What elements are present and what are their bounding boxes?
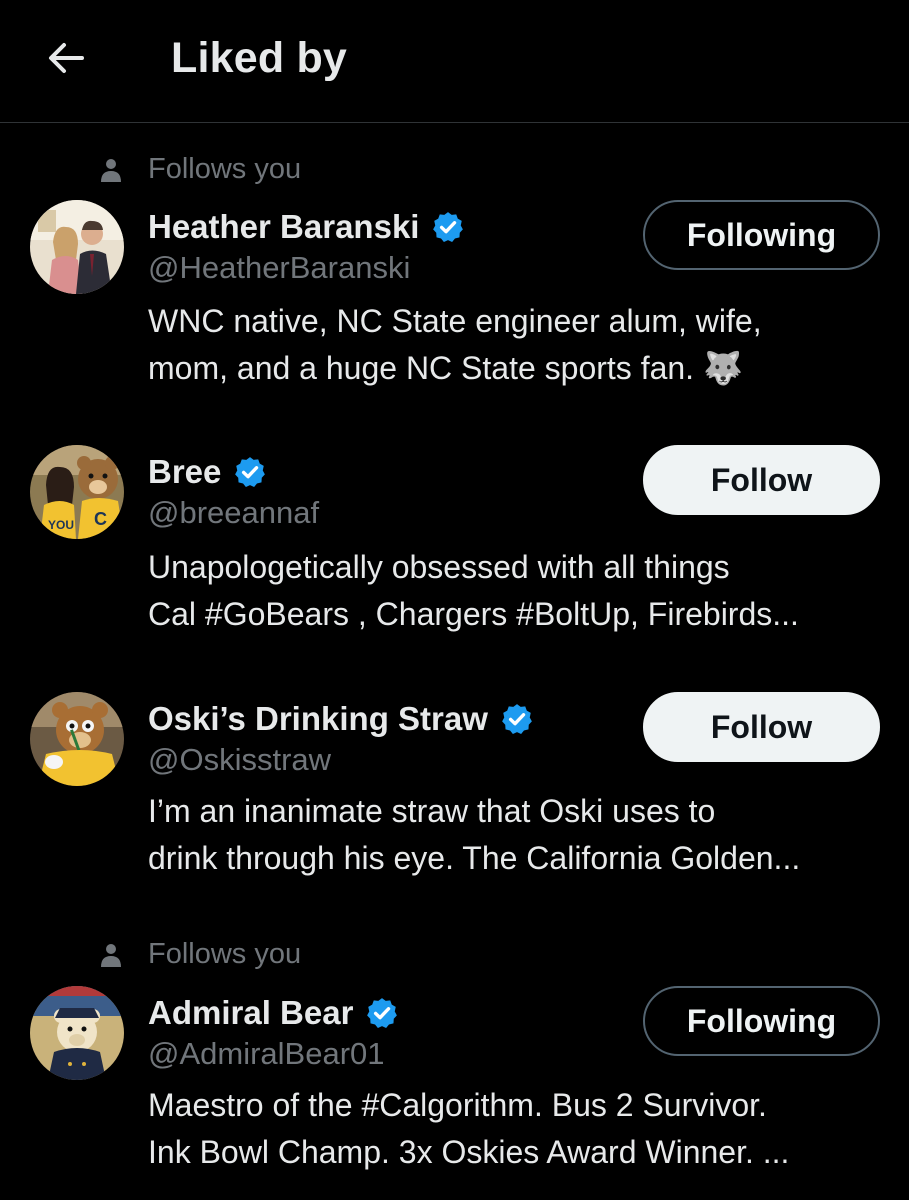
display-name[interactable]: Oski’s Drinking Straw <box>148 700 488 738</box>
user-bio: Maestro of the #Calgorithm. Bus 2 Surviv… <box>148 1082 888 1176</box>
top-bar: Liked by <box>0 0 909 123</box>
display-name[interactable]: Bree <box>148 453 221 491</box>
person-icon <box>101 159 121 182</box>
following-button[interactable]: Following <box>643 200 880 270</box>
avatar[interactable] <box>30 986 124 1080</box>
user-bio: WNC native, NC State engineer alum, wife… <box>148 298 888 392</box>
following-button[interactable]: Following <box>643 986 880 1056</box>
social-context: Follows you <box>0 935 909 975</box>
bio-line: Unapologetically obsessed with all thing… <box>148 549 730 585</box>
bio-line: mom, and a huge NC State sports fan. 🐺 <box>148 350 743 386</box>
display-name[interactable]: Admiral Bear <box>148 994 353 1032</box>
social-context-label: Follows you <box>148 938 302 970</box>
verified-badge-icon <box>502 704 532 735</box>
avatar[interactable] <box>30 692 124 786</box>
bio-line: Ink Bowl Champ. 3x Oskies Award Winner. … <box>148 1134 790 1170</box>
bio-line: WNC native, NC State engineer alum, wife… <box>148 303 762 339</box>
page-title: Liked by <box>171 34 348 82</box>
bio-line: I’m an inanimate straw that Oski uses to <box>148 793 716 829</box>
follow-button[interactable]: Follow <box>643 692 880 762</box>
user-bio: Unapologetically obsessed with all thing… <box>148 544 888 638</box>
verified-badge-icon <box>235 457 266 488</box>
user-handle: @AdmiralBear01 <box>148 1036 385 1071</box>
display-name[interactable]: Heather Baranski <box>148 208 419 246</box>
verified-badge-icon <box>367 998 398 1029</box>
bio-line: drink through his eye. The California Go… <box>148 840 801 876</box>
follow-button[interactable]: Follow <box>643 445 880 515</box>
svg-text:YOU: YOU <box>48 518 74 532</box>
user-handle: @Oskisstraw <box>148 742 332 777</box>
bio-line: Cal #GoBears , Chargers #BoltUp, Firebir… <box>148 596 799 632</box>
name-row: Heather Baranski <box>148 206 465 248</box>
user-handle: @breeannaf <box>148 495 320 530</box>
social-context: Follows you <box>0 150 909 190</box>
name-row: Oski’s Drinking Straw <box>148 698 534 740</box>
name-row: Bree <box>148 451 267 493</box>
svg-text:C: C <box>94 509 107 529</box>
name-row: Admiral Bear <box>148 992 399 1034</box>
avatar[interactable]: YOU C <box>30 445 124 539</box>
back-button[interactable] <box>38 30 94 86</box>
social-context-label: Follows you <box>148 153 302 185</box>
user-bio: I’m an inanimate straw that Oski uses to… <box>148 788 888 882</box>
person-icon <box>101 944 121 967</box>
bio-line: Maestro of the #Calgorithm. Bus 2 Surviv… <box>148 1087 767 1123</box>
arrow-left-icon <box>49 43 84 73</box>
verified-badge-icon <box>433 212 464 243</box>
avatar[interactable] <box>30 200 124 294</box>
user-handle: @HeatherBaranski <box>148 250 411 285</box>
